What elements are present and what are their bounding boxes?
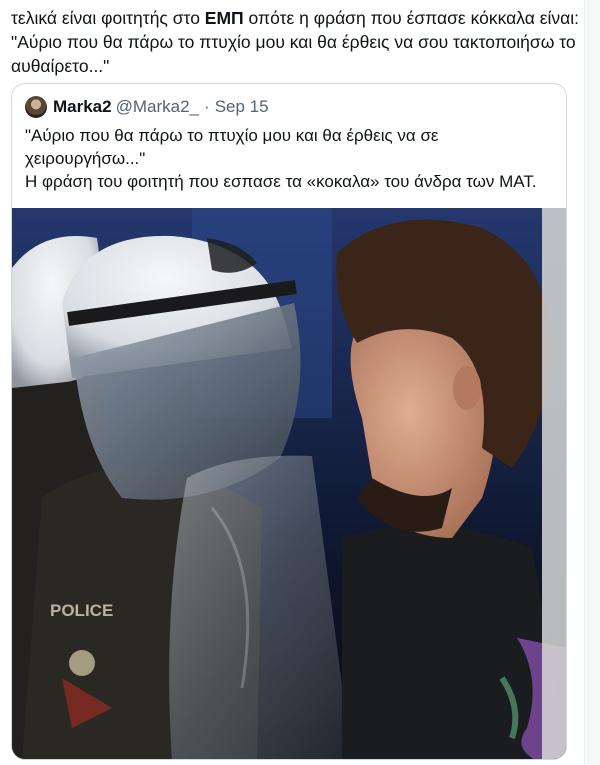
quoted-display-name[interactable]: Marka2 [53, 97, 112, 117]
quoted-text-line-1: "Αύριο που θα πάρω το πτυχίο μου και θα … [25, 126, 439, 168]
quoted-tweet-text: "Αύριο που θα πάρω το πτυχίο μου και θα … [25, 124, 555, 193]
avatar[interactable] [25, 96, 47, 118]
quoted-tweet-card[interactable]: Marka2 @Marka2_ · Sep 15 "Αύριο που θα π… [11, 83, 567, 760]
tweet-text-start: τελικά είναι φοιτητής στο [11, 8, 205, 28]
quoted-tweet-header: Marka2 @Marka2_ · Sep 15 [25, 96, 269, 118]
quoted-date[interactable]: Sep 15 [215, 97, 269, 117]
header-separator: · [204, 97, 210, 116]
quoted-tweet-photo[interactable]: POLICE [12, 208, 566, 759]
tweet-text-bold: ΕΜΠ [204, 8, 244, 28]
quoted-handle[interactable]: @Marka2_ [116, 97, 199, 117]
scrollbar-track[interactable] [584, 0, 600, 765]
quoted-text-line-2: Η φράση του φοιτητή που εσπασε τα «κοκαλ… [25, 172, 537, 191]
police-patch-text: POLICE [50, 601, 113, 620]
photo-illustration: POLICE [12, 208, 566, 759]
tweet-text: τελικά είναι φοιτητής στο ΕΜΠ οπότε η φρ… [11, 6, 581, 78]
